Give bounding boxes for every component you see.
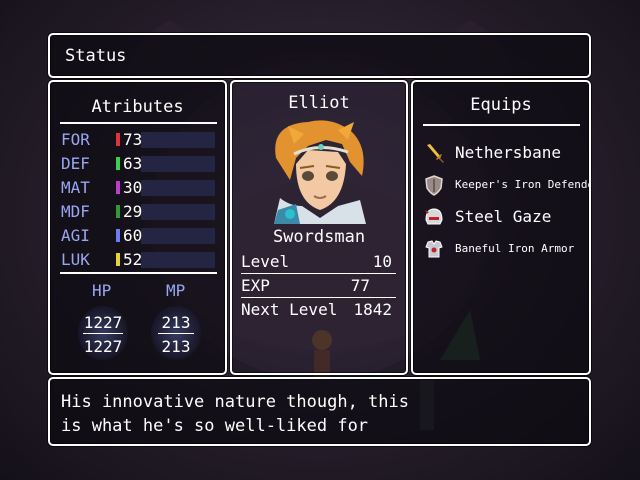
character-window: Elliot Swordsman Level 10 EXP 77 Next Le…	[230, 80, 408, 375]
hpmp-divider	[60, 272, 217, 274]
stat-value: 29	[123, 202, 143, 221]
stat-value: 73	[123, 130, 143, 149]
hp-label: HP	[92, 281, 112, 300]
description-window: His innovative nature though, this is wh…	[48, 377, 591, 446]
stat-name: LUK	[61, 250, 90, 269]
equip-slot-body[interactable]: Baneful Iron Armor	[423, 237, 585, 261]
stat-track	[141, 228, 215, 244]
equip-name: Baneful Iron Armor	[455, 242, 575, 255]
stat-track	[141, 180, 215, 196]
character-name: Elliot	[288, 93, 350, 113]
attributes-window: Atributes FOR 73 DEF 63 MAT 30 MDF 29 AG…	[48, 80, 227, 375]
stat-row-for: FOR 73	[61, 130, 221, 150]
description-line-1: His innovative nature though, this	[61, 392, 409, 412]
equip-name: Keeper's Iron Defender	[455, 178, 590, 191]
equip-slot-head[interactable]: Steel Gaze	[423, 205, 585, 229]
equip-name: Steel Gaze	[455, 207, 552, 226]
equip-name: Nethersbane	[455, 143, 561, 162]
hp-max: 1227	[83, 337, 123, 356]
sword-icon	[427, 144, 444, 163]
stat-track	[141, 252, 215, 268]
hp-fraction-line	[83, 333, 123, 334]
screen-title: Status	[65, 46, 127, 66]
stat-value: 52	[123, 250, 143, 269]
stat-color-bar	[116, 157, 120, 170]
stat-row-mat: MAT 30	[61, 178, 221, 198]
stat-row-luk: LUK 52	[61, 250, 221, 270]
stat-track	[141, 204, 215, 220]
exp-label: EXP	[241, 276, 270, 295]
level-value: 10	[372, 252, 392, 271]
exp-value: 77	[350, 276, 370, 295]
stat-value: 63	[123, 154, 143, 173]
mp-max: 213	[161, 337, 191, 356]
stat-name: AGI	[61, 226, 90, 245]
stat-name: MDF	[61, 202, 90, 221]
hp-current: 1227	[83, 313, 123, 332]
equip-slot-shield[interactable]: Keeper's Iron Defender	[423, 173, 590, 197]
stat-name: MAT	[61, 178, 90, 197]
exp-divider	[241, 297, 396, 298]
character-portrait	[274, 120, 366, 224]
equip-slot-weapon[interactable]: Nethersbane	[423, 141, 585, 165]
mp-label: MP	[166, 281, 186, 300]
stat-color-bar	[116, 253, 120, 266]
armor-icon	[425, 240, 443, 258]
equips-window: Equips Nethersbane Keeper's Iron Defende…	[411, 80, 591, 375]
stat-track	[141, 156, 215, 172]
stat-name: FOR	[61, 130, 90, 149]
level-label: Level	[241, 252, 290, 271]
next-level-value: 1842	[353, 300, 392, 319]
stat-color-bar	[116, 205, 120, 218]
equips-header: Equips	[470, 95, 532, 115]
helmet-icon	[425, 208, 443, 225]
stat-color-bar	[116, 229, 120, 242]
attributes-header: Atributes	[91, 97, 184, 117]
stat-row-mdf: MDF 29	[61, 202, 221, 222]
stat-value: 30	[123, 178, 143, 197]
stat-row-def: DEF 63	[61, 154, 221, 174]
status-title-window: Status	[48, 33, 591, 78]
mp-current: 213	[161, 313, 191, 332]
stat-value: 60	[123, 226, 143, 245]
stat-color-bar	[116, 181, 120, 194]
stat-track	[141, 132, 215, 148]
next-level-label: Next Level	[241, 300, 338, 319]
attributes-divider	[60, 122, 217, 124]
shield-icon	[425, 175, 443, 196]
description-line-2: is what he's so well-liked for	[61, 416, 369, 436]
equips-divider	[423, 124, 580, 126]
level-divider	[241, 273, 396, 274]
mp-fraction-line	[158, 333, 194, 334]
stat-name: DEF	[61, 154, 90, 173]
stat-row-agi: AGI 60	[61, 226, 221, 246]
character-class: Swordsman	[272, 227, 366, 247]
stat-color-bar	[116, 133, 120, 146]
